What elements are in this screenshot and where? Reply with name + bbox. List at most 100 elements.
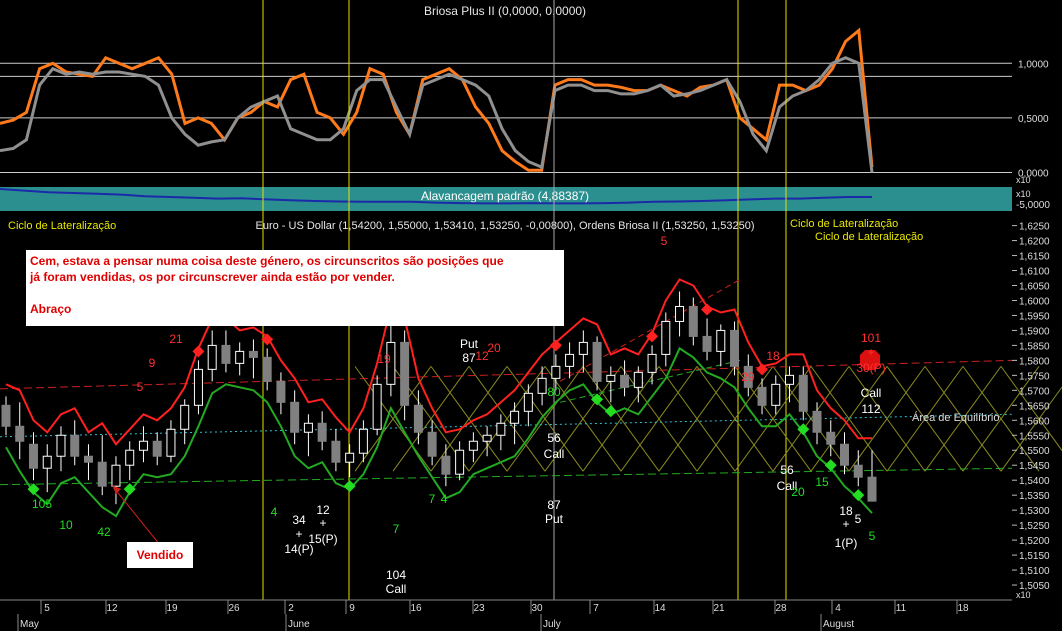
candle-body <box>826 431 836 445</box>
order-annotation: 56 <box>547 431 561 445</box>
order-annotation: 112 <box>861 402 880 416</box>
order-annotation: Call <box>544 447 565 461</box>
candle-body <box>592 341 602 382</box>
price-tick-label: 1,5600 <box>1019 416 1050 427</box>
price-tick-label: 1,5650 <box>1019 401 1050 412</box>
candle-body <box>15 425 25 442</box>
candle-body <box>413 404 423 433</box>
candle-body <box>661 320 671 355</box>
order-annotation: 5 <box>869 529 876 543</box>
x-tick-label: 30 <box>531 603 543 614</box>
order-annotation: 15(P) <box>308 532 337 546</box>
order-annotation: Call <box>386 582 407 596</box>
month-label: June <box>288 619 310 630</box>
candle-body <box>400 341 410 406</box>
price-tick-label: 1,5850 <box>1019 341 1050 352</box>
candle-body <box>372 383 382 430</box>
price-tick-label: 1,5400 <box>1019 476 1050 487</box>
candle-body <box>1 404 11 427</box>
x-tick-label: 9 <box>349 603 355 614</box>
price-tick-label: 1,6050 <box>1019 281 1050 292</box>
order-annotation: 29 <box>741 370 755 384</box>
x-tick-label: 28 <box>775 603 787 614</box>
order-annotation: 105 <box>32 497 52 511</box>
order-annotation: 4 <box>271 505 278 519</box>
candle-body <box>606 374 616 382</box>
candle-body <box>730 329 740 367</box>
candle-body <box>345 452 355 463</box>
order-annotation: 5 <box>855 512 862 526</box>
price-tick-label: 1,5700 <box>1019 386 1050 397</box>
price-tick-label: 1,6150 <box>1019 252 1050 263</box>
candle-body <box>551 365 561 379</box>
candle-body <box>138 440 148 451</box>
leverage-panel: Alavancagem padrão (4,88387) x10 -5,0000 <box>0 187 1050 211</box>
candle-body <box>83 455 93 463</box>
month-label: August <box>823 619 854 630</box>
price-tick-label: 1,5500 <box>1019 446 1050 457</box>
candle-body <box>620 374 630 388</box>
order-annotation: + <box>295 527 302 541</box>
price-title: Euro - US Dollar (1,54200, 1,55000, 1,53… <box>256 220 755 232</box>
candle-body <box>70 434 80 457</box>
candle-body <box>248 350 258 358</box>
price-tick-label: 1,5100 <box>1019 566 1050 577</box>
candle-body <box>785 374 795 385</box>
x-tick-label: 23 <box>473 603 485 614</box>
x-tick-label: 21 <box>713 603 725 614</box>
chart-window: Briosa Plus II (0,0000, 0,0000) 1,0000 0,… <box>0 0 1062 631</box>
cycle-label-right-1: Ciclo de Lateralização <box>790 218 898 230</box>
candle-body <box>42 455 52 469</box>
candle-body <box>331 440 341 463</box>
candle-body <box>565 353 575 367</box>
price-tick-label: 1,5800 <box>1019 356 1050 367</box>
order-annotation: 1(P) <box>835 536 858 550</box>
order-annotation: 20 <box>791 485 805 499</box>
order-annotation: 4 <box>441 492 448 506</box>
candle-body <box>290 401 300 433</box>
candle-body <box>56 434 66 457</box>
order-annotation: 7 <box>429 492 436 506</box>
leverage-scale-label: x10 <box>1016 189 1031 199</box>
x-tick-label: 19 <box>166 603 178 614</box>
candle-body <box>207 344 217 370</box>
order-annotation: 20 <box>487 341 501 355</box>
price-tick-label: 1,5150 <box>1019 551 1050 562</box>
price-tick-label: 1,5350 <box>1019 491 1050 502</box>
price-tick-label: 1,5250 <box>1019 521 1050 532</box>
x-tick-label: 11 <box>896 603 907 614</box>
candle-body <box>798 374 808 412</box>
candle-body <box>647 353 657 373</box>
order-annotation: 19 <box>377 352 391 366</box>
candle-body <box>455 449 465 475</box>
candle-body <box>235 350 245 364</box>
leverage-title: Alavancagem padrão (4,88387) <box>421 189 589 203</box>
x-tick-label: 7 <box>593 603 599 614</box>
candle-body <box>716 329 726 352</box>
candle-body <box>276 380 286 403</box>
candle-body <box>427 431 437 457</box>
comment-note: Cem, estava a pensar numa coisa deste gé… <box>26 250 564 326</box>
x-axis-bg <box>0 600 1012 631</box>
x-tick-label: 26 <box>228 603 240 614</box>
order-annotation: 9 <box>149 356 156 370</box>
indicator-title: Briosa Plus II (0,0000, 0,0000) <box>424 4 586 18</box>
order-annotation: 101 <box>861 331 881 345</box>
x-tick-label: 18 <box>957 603 969 614</box>
candle-body <box>193 368 203 406</box>
candle-body <box>812 410 822 433</box>
candle-body <box>303 422 313 433</box>
candle-body <box>578 341 588 355</box>
price-scale-label: x10 <box>1016 590 1031 600</box>
order-annotation: 18 <box>839 504 853 518</box>
price-tick-label: 1,6200 <box>1019 237 1050 248</box>
order-annotation: 87 <box>462 351 476 365</box>
top-tick-label: 1,0000 <box>1018 59 1049 70</box>
candle-body <box>180 404 190 430</box>
candle-body <box>468 440 478 451</box>
candle-body <box>317 422 327 442</box>
cycle-label-right-2: Ciclo de Lateralização <box>815 231 923 243</box>
candle-body <box>125 449 135 466</box>
order-annotation: 87 <box>547 498 561 512</box>
candle-body <box>510 410 520 424</box>
